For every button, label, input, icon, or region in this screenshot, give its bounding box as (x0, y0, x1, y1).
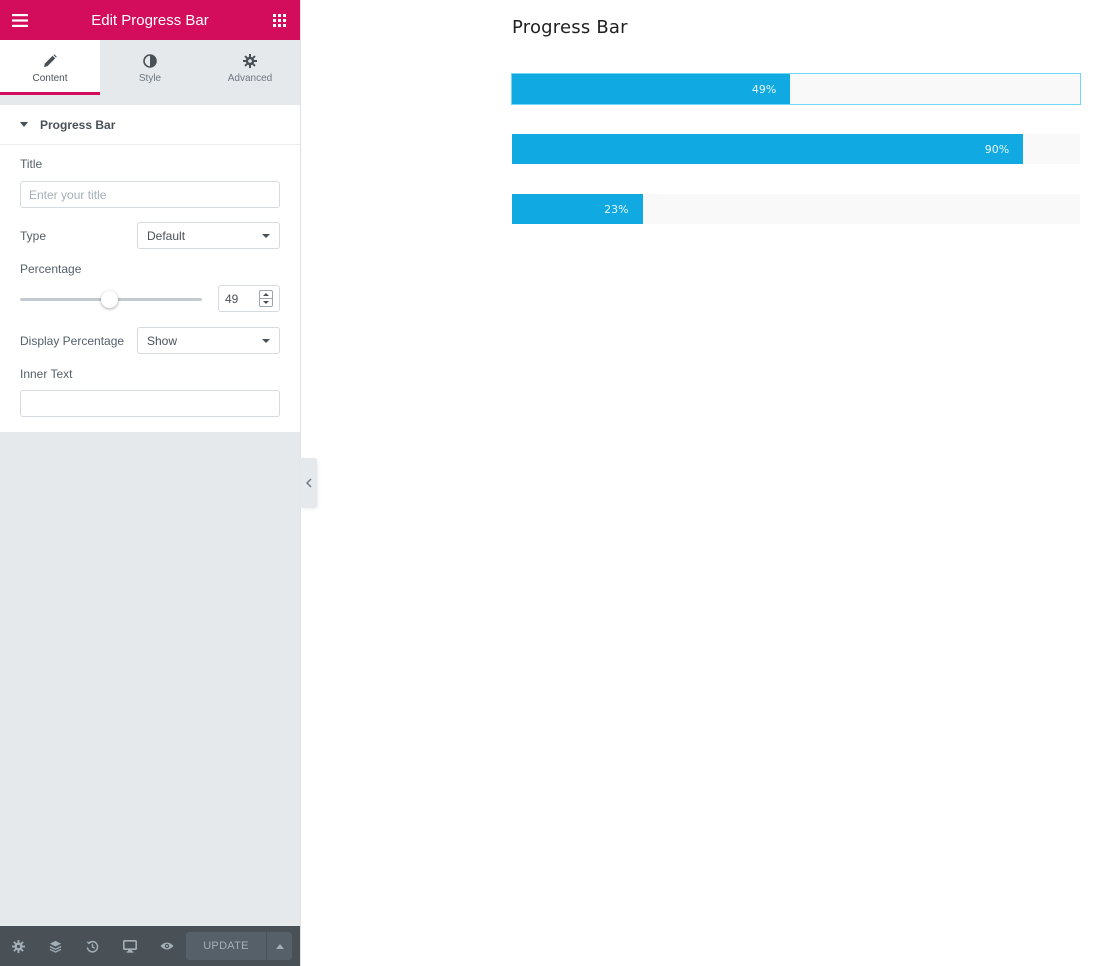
controls: Title Type Default Percentage (0, 145, 300, 432)
caret-down-icon (20, 122, 28, 127)
panel-footer: UPDATE (0, 926, 300, 966)
percentage-row: 49 (20, 285, 280, 312)
section-title: Progress Bar (40, 117, 116, 132)
type-label: Type (20, 228, 47, 243)
percentage-number-input[interactable]: 49 (218, 285, 280, 312)
display-percentage-select[interactable]: Show (137, 327, 280, 354)
percentage-label: Percentage (20, 262, 82, 276)
display-percentage-label: Display Percentage (20, 333, 125, 348)
tab-advanced-label: Advanced (227, 72, 273, 84)
panel-header: Edit Progress Bar (0, 0, 300, 40)
number-spinner (259, 290, 273, 307)
panel-tabs: Content Style Advanced (0, 40, 300, 95)
editor-panel: Edit Progress Bar Content Style Advanced… (0, 0, 300, 966)
type-select-value: Default (147, 228, 186, 243)
progress-percent-label: 23% (604, 202, 629, 216)
title-input[interactable] (20, 181, 280, 208)
progress-fill: 90% (512, 134, 1024, 164)
progress-fill: 49% (512, 74, 791, 104)
display-percentage-value: Show (147, 333, 178, 348)
preview-heading: Progress Bar (512, 17, 628, 38)
spin-up-icon[interactable] (260, 291, 272, 298)
section-toggle[interactable]: Progress Bar (0, 105, 300, 145)
tab-style-label: Style (138, 72, 162, 84)
caret-up-icon (275, 943, 284, 949)
slider-thumb[interactable] (101, 290, 119, 308)
chevron-down-icon (262, 338, 270, 343)
half-circle-icon (143, 52, 157, 70)
editor-app: Edit Progress Bar Content Style Advanced… (0, 0, 1104, 966)
update-options-button[interactable] (266, 932, 292, 960)
tab-advanced[interactable]: Advanced (200, 40, 300, 95)
progress-percent-label: 49% (751, 82, 777, 96)
chevron-down-icon (262, 233, 270, 238)
chevron-left-icon (305, 478, 312, 488)
progress-bar-2[interactable]: 90% (512, 134, 1080, 164)
type-row: Type Default (20, 222, 280, 249)
gear-icon (243, 52, 257, 70)
percentage-value: 49 (225, 291, 239, 306)
preview-eye-icon[interactable] (148, 926, 185, 966)
progress-fill: 23% (512, 194, 643, 224)
widgets-grid-icon[interactable] (272, 12, 288, 28)
update-button[interactable]: UPDATE (186, 932, 266, 960)
spin-down-icon[interactable] (260, 298, 272, 306)
tab-content[interactable]: Content (0, 40, 100, 95)
hamburger-menu-icon[interactable] (12, 12, 28, 28)
pencil-icon (43, 52, 57, 70)
progress-percent-label: 90% (984, 142, 1010, 156)
display-percentage-row: Display Percentage Show (20, 327, 280, 354)
responsive-desktop-icon[interactable] (111, 926, 148, 966)
layers-icon[interactable] (37, 926, 74, 966)
progress-bar-1[interactable]: 49% (511, 73, 1081, 105)
tab-style[interactable]: Style (100, 40, 200, 95)
collapse-panel-toggle[interactable] (300, 458, 317, 508)
inner-text-label: Inner Text (20, 367, 73, 381)
progress-bar-3[interactable]: 23% (512, 194, 1080, 224)
panel-title: Edit Progress Bar (91, 11, 209, 29)
progress-bar-section: Progress Bar Title Type Default Percenta… (0, 105, 300, 432)
history-icon[interactable] (74, 926, 111, 966)
tab-content-label: Content (32, 72, 68, 84)
settings-gear-icon[interactable] (0, 926, 37, 966)
inner-text-input[interactable] (20, 390, 280, 417)
percentage-slider[interactable] (20, 290, 202, 308)
title-label: Title (20, 157, 43, 171)
panel-gap (0, 95, 300, 105)
type-select[interactable]: Default (137, 222, 280, 249)
